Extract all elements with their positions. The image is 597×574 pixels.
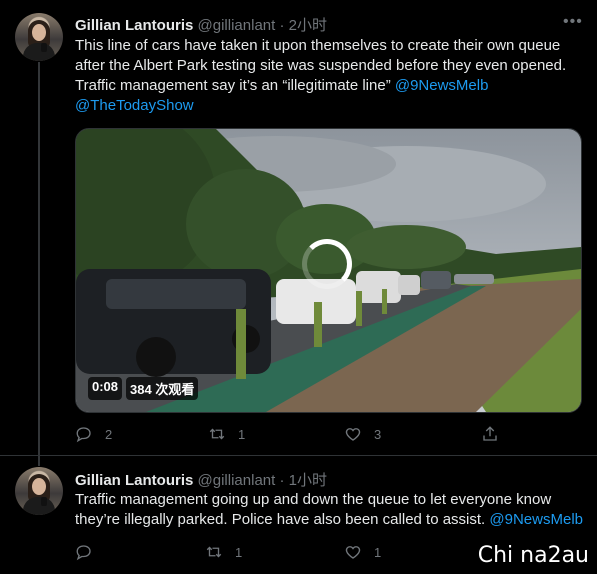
like-count: 3	[374, 426, 382, 442]
thread-connector-line	[38, 62, 40, 466]
mention-link[interactable]: @9NewsMelb	[489, 511, 583, 528]
tweet-text: Traffic management going up and down the…	[75, 490, 590, 530]
timestamp[interactable]: 1小时	[289, 472, 327, 489]
more-horizontal-icon[interactable]: •••	[563, 13, 583, 31]
heart-icon	[345, 546, 361, 559]
retweet-count: 1	[238, 426, 246, 442]
author-handle[interactable]: @gillianlant	[198, 472, 276, 489]
tweet-text-line: they’re illegally parked. Police have al…	[75, 511, 583, 528]
tweet-divider	[0, 455, 597, 456]
retweet-button[interactable]: 1	[208, 425, 245, 443]
tweet-header: Gillian Lantouris @gillianlant · 2小时	[75, 14, 327, 35]
tweet-text-line: after the Albert Park testing site was s…	[75, 57, 567, 74]
heart-icon	[345, 428, 361, 441]
retweet-icon	[206, 546, 222, 558]
tweet-header: Gillian Lantouris @gillianlant · 1小时	[75, 469, 327, 490]
retweet-count: 1	[235, 544, 243, 560]
video-duration: 0:08	[88, 377, 123, 400]
like-button[interactable]: 3	[344, 425, 381, 443]
tweet-text-line: This line of cars have taken it upon the…	[75, 37, 561, 54]
tweet-text: This line of cars have taken it upon the…	[75, 36, 585, 116]
like-count: 1	[374, 544, 382, 560]
retweet-icon	[209, 428, 225, 440]
share-icon	[483, 426, 497, 441]
reply-icon	[76, 427, 91, 443]
separator-dot: ·	[279, 17, 285, 34]
avatar[interactable]	[15, 467, 63, 515]
mention-link[interactable]: @9NewsMelb	[395, 77, 489, 94]
reply-icon	[76, 545, 91, 561]
reply-button[interactable]: 2	[75, 425, 112, 443]
reply-count: 2	[105, 426, 113, 442]
share-button[interactable]	[481, 425, 499, 443]
video-info-badge: 0:08 384 次观看	[88, 377, 199, 400]
video-view-count: 384 次观看	[126, 377, 199, 400]
mention-link[interactable]: @TheTodayShow	[75, 96, 585, 116]
tweet-text-line: Traffic management going up and down the…	[75, 491, 552, 508]
like-button[interactable]: 1	[344, 543, 381, 561]
video-player[interactable]: 0:08 384 次观看	[75, 128, 582, 413]
loading-spinner	[302, 239, 352, 289]
watermark: Chi na2au	[477, 543, 589, 568]
separator-dot: ·	[279, 472, 285, 489]
author-name[interactable]: Gillian Lantouris	[75, 472, 193, 489]
author-handle[interactable]: @gillianlant	[198, 17, 276, 34]
retweet-button[interactable]: 1	[205, 543, 242, 561]
author-name[interactable]: Gillian Lantouris	[75, 17, 193, 34]
avatar[interactable]	[15, 13, 63, 61]
timestamp[interactable]: 2小时	[289, 17, 327, 34]
tweet-text-line: Traffic management say it’s an “illegiti…	[75, 77, 489, 94]
reply-button[interactable]	[75, 543, 93, 561]
